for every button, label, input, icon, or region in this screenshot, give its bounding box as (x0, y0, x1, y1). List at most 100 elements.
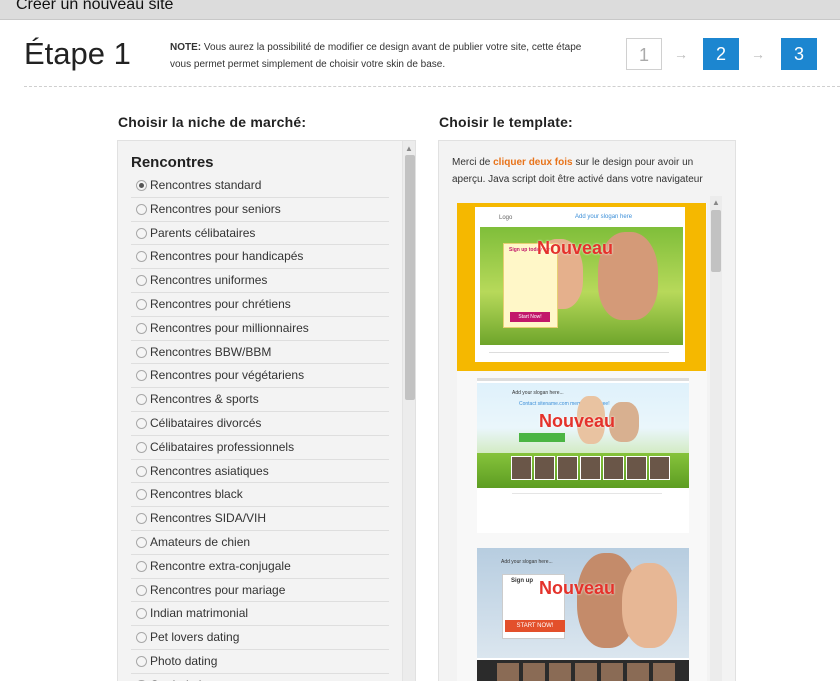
member-thumbnail (603, 456, 624, 480)
member-thumbnail (580, 456, 601, 480)
radio-button[interactable] (136, 465, 147, 477)
niche-item[interactable]: Rencontres uniformes (131, 269, 389, 293)
radio-button[interactable] (136, 584, 147, 596)
niche-list: Rencontres standard Rencontres pour senio… (131, 174, 389, 681)
step-2-box[interactable]: 2 (703, 38, 739, 70)
form-title: Sign up (511, 578, 533, 584)
template-thumbnail-2[interactable]: Add your slogan here... Contact sitename… (477, 378, 689, 533)
niche-item[interactable]: Rencontres pour seniors (131, 198, 389, 222)
member-thumbnail (653, 663, 675, 681)
niche-item-label: Rencontre extra-conjugale (150, 558, 291, 573)
member-thumbnail (497, 663, 519, 681)
member-thumbnail (601, 663, 623, 681)
radio-button[interactable] (136, 441, 147, 453)
niche-item[interactable]: Rencontres pour mariage (131, 579, 389, 603)
radio-button[interactable] (136, 513, 147, 525)
niche-item[interactable]: Rencontres SIDA/VIH (131, 507, 389, 531)
niche-item[interactable]: Pet lovers dating (131, 626, 389, 650)
niche-item[interactable]: Rencontres pour handicapés (131, 245, 389, 270)
niche-item[interactable]: Rencontres standard (131, 174, 389, 198)
template-topbar (477, 378, 689, 381)
member-thumbnail (523, 663, 545, 681)
radio-button[interactable] (136, 394, 147, 406)
niche-item[interactable]: Indian matrimonial (131, 602, 389, 627)
niche-item-label: Rencontres pour mariage (150, 582, 286, 597)
template-scrollbar[interactable]: ▲ (710, 196, 722, 681)
new-badge: Nouveau (539, 411, 616, 431)
member-thumbnail (649, 456, 670, 480)
niche-heading: Choisir la niche de marché: (118, 114, 307, 130)
niche-item[interactable]: Photo dating (131, 650, 389, 674)
radio-button[interactable] (136, 560, 147, 572)
niche-item[interactable]: Rencontres pour chrétiens (131, 293, 389, 317)
niche-item-label: Indian matrimonial (150, 606, 249, 621)
niche-item-label: Parents célibataires (150, 225, 256, 240)
radio-button[interactable] (136, 322, 147, 334)
niche-item-label: Pet lovers dating (150, 630, 240, 645)
radio-button[interactable] (136, 298, 147, 310)
template-slogan: Add your slogan here... (501, 559, 553, 565)
niche-item-label: Rencontres black (150, 487, 243, 502)
niche-item[interactable]: Célibataires professionnels (131, 436, 389, 460)
radio-button[interactable] (136, 346, 147, 358)
member-thumbnail (511, 456, 532, 480)
niche-item-label: Rencontres pour millionnaires (150, 320, 309, 335)
niche-item[interactable]: Rencontres black (131, 483, 389, 508)
radio-button[interactable] (136, 417, 147, 429)
scroll-up-icon[interactable]: ▲ (712, 198, 720, 207)
radio-button[interactable] (136, 180, 147, 191)
template-intro: Merci de cliquer deux fois sur le design… (452, 154, 722, 188)
niche-scrollbar[interactable]: ▲ (402, 141, 415, 681)
niche-item[interactable]: Geek dating (131, 674, 389, 681)
niche-item-label: Amateurs de chien (150, 534, 251, 549)
member-strip (477, 660, 689, 681)
niche-item-label: Photo dating (150, 653, 218, 668)
radio-button[interactable] (136, 608, 147, 620)
niche-item[interactable]: Parents célibataires (131, 222, 389, 246)
radio-button[interactable] (136, 275, 147, 287)
niche-item[interactable]: Rencontres pour millionnaires (131, 317, 389, 341)
template-slogan: Add your slogan here... (512, 390, 564, 396)
new-badge: Nouveau (539, 578, 616, 598)
arrow-right-icon: → (674, 46, 688, 62)
niche-item[interactable]: Rencontre extra-conjugale (131, 555, 389, 579)
radio-button[interactable] (136, 227, 147, 239)
template-logo: Logo (499, 215, 513, 221)
template-list: Logo Add your slogan here Sign up today … (457, 203, 707, 681)
template-thumbnail-1[interactable]: Logo Add your slogan here Sign up today … (457, 203, 706, 371)
radio-button[interactable] (136, 489, 147, 501)
member-thumbnail (534, 456, 555, 480)
radio-button[interactable] (136, 370, 147, 382)
niche-item[interactable]: Rencontres pour végétariens (131, 364, 389, 389)
member-thumbnail (575, 663, 597, 681)
niche-item-label: Rencontres pour chrétiens (150, 296, 291, 311)
step-3-box[interactable]: 3 (781, 38, 817, 70)
niche-item[interactable]: Amateurs de chien (131, 531, 389, 555)
footer-line (489, 352, 669, 353)
niche-item-label: Rencontres BBW/BBM (150, 344, 272, 359)
radio-button[interactable] (136, 203, 147, 215)
niche-item[interactable]: Rencontres & sports (131, 388, 389, 412)
step-1-box[interactable]: 1 (626, 38, 662, 70)
scroll-thumb[interactable] (711, 210, 721, 272)
window-header: Créer un nouveau site (0, 0, 840, 20)
note-label: NOTE: (170, 42, 202, 53)
radio-button[interactable] (136, 632, 147, 644)
radio-button[interactable] (136, 536, 147, 548)
niche-item[interactable]: Rencontres asiatiques (131, 460, 389, 484)
template-thumbnail-3[interactable]: Add your slogan here... Sign up START NO… (477, 548, 689, 681)
template-heading: Choisir le template: (439, 114, 573, 130)
member-thumbnails (511, 456, 671, 480)
niche-group-title: Rencontres (131, 154, 214, 171)
member-thumbnail (626, 456, 647, 480)
radio-button[interactable] (136, 251, 147, 263)
template-start-button: START NOW! (505, 620, 565, 632)
radio-button[interactable] (136, 655, 147, 667)
template-slogan: Add your slogan here (575, 214, 633, 220)
niche-item-label: Rencontres standard (150, 178, 262, 192)
niche-item[interactable]: Célibataires divorcés (131, 412, 389, 436)
niche-item-label: Rencontres pour handicapés (150, 249, 304, 264)
scroll-thumb[interactable] (405, 155, 415, 400)
scroll-up-icon[interactable]: ▲ (405, 144, 413, 153)
niche-item[interactable]: Rencontres BBW/BBM (131, 341, 389, 365)
